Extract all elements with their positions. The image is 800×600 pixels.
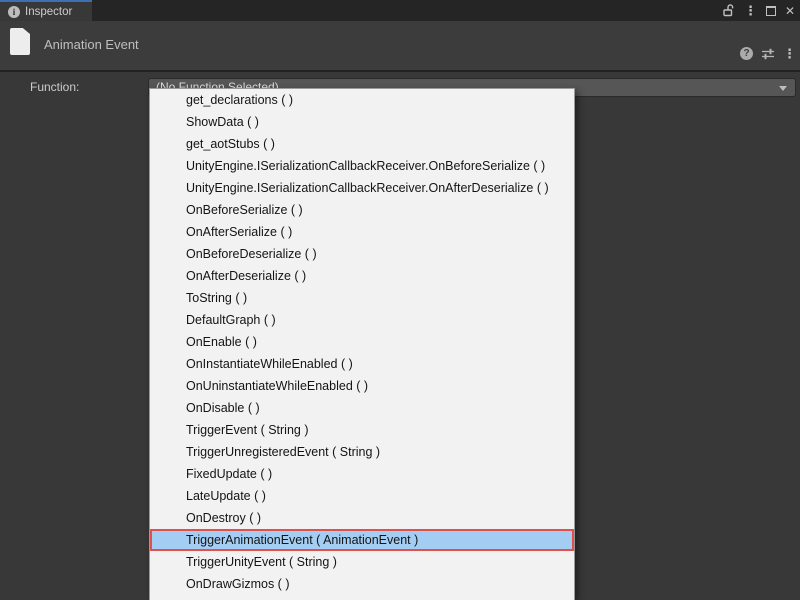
script-asset-icon bbox=[10, 28, 30, 55]
info-icon: i bbox=[8, 6, 20, 18]
menu-item[interactable]: OnUninstantiateWhileEnabled ( ) bbox=[150, 375, 574, 397]
menu-item[interactable]: TriggerEvent ( String ) bbox=[150, 419, 574, 441]
tab-inspector-label: Inspector bbox=[25, 6, 72, 18]
menu-item[interactable]: TriggerUnregisteredEvent ( String ) bbox=[150, 441, 574, 463]
menu-item[interactable]: ToString ( ) bbox=[150, 287, 574, 309]
menu-item[interactable]: DefaultGraph ( ) bbox=[150, 309, 574, 331]
function-dropdown-menu: get_declarations ( )ShowData ( )get_aotS… bbox=[149, 88, 575, 600]
chevron-down-icon bbox=[779, 86, 787, 91]
menu-item[interactable]: OnDrawGizmos ( ) bbox=[150, 573, 574, 595]
header-icons: ? ⋮ bbox=[740, 47, 796, 60]
menu-item[interactable]: OnDestroy ( ) bbox=[150, 507, 574, 529]
menu-item[interactable]: OnBeforeDeserialize ( ) bbox=[150, 243, 574, 265]
menu-item[interactable]: OnDisable ( ) bbox=[150, 397, 574, 419]
menu-item[interactable]: FixedUpdate ( ) bbox=[150, 463, 574, 485]
menu-item[interactable]: ShowData ( ) bbox=[150, 111, 574, 133]
window-controls: ⋮ ✕ bbox=[722, 0, 795, 21]
menu-item[interactable]: OnBeforeSerialize ( ) bbox=[150, 199, 574, 221]
menu-item[interactable]: TriggerUnityEvent ( String ) bbox=[150, 551, 574, 573]
menu-item[interactable]: OnInstantiateWhileEnabled ( ) bbox=[150, 353, 574, 375]
menu-item[interactable]: OnAfterDeserialize ( ) bbox=[150, 265, 574, 287]
menu-item[interactable]: UnityEngine.ISerializationCallbackReceiv… bbox=[150, 177, 574, 199]
menu-item[interactable]: get_declarations ( ) bbox=[150, 89, 574, 111]
menu-item[interactable]: OnAfterSerialize ( ) bbox=[150, 221, 574, 243]
menu-item[interactable]: UnityEngine.ISerializationCallbackReceiv… bbox=[150, 155, 574, 177]
maximize-icon[interactable] bbox=[766, 6, 776, 16]
lock-open-icon[interactable] bbox=[722, 4, 735, 17]
function-label: Function: bbox=[30, 80, 79, 94]
tab-bar: i Inspector ⋮ ✕ bbox=[0, 0, 800, 21]
menu-item[interactable]: OnEnable ( ) bbox=[150, 331, 574, 353]
menu-item[interactable]: LateUpdate ( ) bbox=[150, 485, 574, 507]
kebab-menu-icon[interactable]: ⋮ bbox=[744, 4, 757, 17]
component-header: Animation Event ? ⋮ bbox=[0, 21, 800, 72]
menu-item[interactable]: get_aotStubs ( ) bbox=[150, 133, 574, 155]
component-title: Animation Event bbox=[44, 37, 139, 52]
tab-inspector[interactable]: i Inspector bbox=[0, 0, 92, 21]
kebab-menu-icon[interactable]: ⋮ bbox=[783, 47, 796, 60]
help-icon[interactable]: ? bbox=[740, 47, 753, 60]
presets-icon[interactable] bbox=[761, 48, 775, 60]
menu-item-selected[interactable]: TriggerAnimationEvent ( AnimationEvent ) bbox=[150, 529, 574, 551]
close-icon[interactable]: ✕ bbox=[785, 5, 795, 17]
